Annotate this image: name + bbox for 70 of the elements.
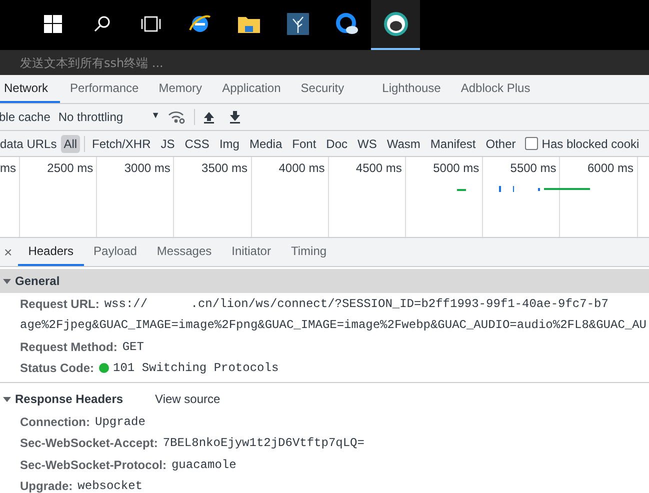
time-tick: 5500 ms	[510, 161, 556, 177]
hide-data-urls-label[interactable]: data URLs	[0, 136, 57, 150]
search-icon[interactable]	[92, 15, 110, 33]
filter-type[interactable]: Font	[289, 134, 320, 152]
filter-type[interactable]: WS	[354, 134, 380, 152]
filter-type[interactable]: Doc	[323, 134, 350, 152]
header-name: Status Code:	[20, 361, 94, 376]
download-icon[interactable]	[229, 110, 241, 124]
filter-type[interactable]: Fetch/XHR	[89, 134, 154, 152]
header-value: guacamole	[171, 458, 236, 472]
task-view-icon[interactable]	[140, 15, 162, 33]
view-source-link[interactable]: View source	[155, 392, 220, 406]
time-tick: 5000 ms	[433, 161, 480, 177]
header-value: 101 Switching Protocols	[113, 361, 279, 376]
filter-type[interactable]: Media	[246, 134, 286, 152]
section-header[interactable]: General	[0, 269, 649, 293]
header-name: Request Method:	[20, 340, 118, 354]
header-name: Connection:	[20, 414, 90, 429]
wifi-settings-icon[interactable]	[168, 110, 186, 124]
header-name: Sec-WebSocket-Accept:	[20, 436, 158, 450]
checkbox-label: Has blocked cooki	[542, 136, 640, 150]
detail-tab[interactable]: Timing	[280, 238, 337, 266]
header-value: 7BEL8nkoEjyw1t2jD6Vtftp7qLQ=	[162, 436, 364, 450]
time-tick: 4500 ms	[356, 161, 402, 177]
section-title: Response Headers	[15, 392, 124, 406]
time-tick: 3500 ms	[202, 161, 248, 177]
expand-triangle-icon[interactable]	[3, 395, 11, 403]
time-tick: 6000 ms	[587, 161, 634, 177]
time-tick: ms	[0, 161, 16, 177]
filter-type[interactable]: Img	[216, 134, 242, 152]
header-name: Upgrade:	[20, 479, 73, 493]
header-value: age%2Fjpeg&GUAC_IMAGE=image%2Fpng&GUAC_IMAGE=image%2Fwebp&GUAC_AUDIO=audio%2FL8&GUAC_AU	[20, 318, 647, 332]
filter-type[interactable]: Wasm	[384, 134, 424, 152]
header-value: GET	[122, 340, 144, 354]
broadcast-field[interactable]: 发送文本到所有ssh终端 ...	[0, 50, 649, 75]
filter-type[interactable]: Other	[482, 134, 519, 152]
header-value: websocket	[78, 479, 142, 493]
time-tick: 3000 ms	[124, 161, 170, 177]
detail-tab[interactable]: Messages	[146, 238, 222, 266]
filter-type[interactable]: All	[60, 134, 80, 152]
folder-icon[interactable]	[236, 14, 260, 34]
close-icon[interactable]: ×	[0, 238, 18, 266]
detail-tab[interactable]: Payload	[84, 238, 147, 266]
expand-triangle-icon[interactable]	[3, 277, 11, 285]
filter-type[interactable]: CSS	[182, 134, 212, 152]
upload-icon[interactable]	[203, 110, 215, 124]
panel-tab[interactable]: Performance	[60, 75, 149, 103]
disable-cache-label[interactable]: ble cache	[0, 110, 50, 124]
tree-icon[interactable]	[286, 13, 308, 35]
filter-type[interactable]: Manifest	[427, 134, 479, 152]
section-title: General	[15, 274, 60, 288]
panel-tab[interactable]: Memory	[148, 75, 212, 103]
panel-tab[interactable]: Adblock Plus	[450, 75, 540, 103]
time-tick: 2500 ms	[47, 161, 94, 177]
time-tick: 4000 ms	[278, 161, 325, 177]
header-value: Upgrade	[95, 414, 146, 429]
header-value: wss:// .cn/lion/ws/connect/?SESSION_ID=b2ff1993-99f1-40ae-9fc7-b7	[104, 296, 608, 311]
detail-tab[interactable]: Headers	[18, 238, 84, 266]
panel-tab[interactable]: Security	[290, 75, 372, 103]
filter-type[interactable]: JS	[158, 134, 178, 152]
checkbox[interactable]	[524, 137, 538, 150]
panel-tab[interactable]: Application	[212, 75, 291, 103]
detail-tab[interactable]: Initiator	[222, 238, 281, 266]
seal-icon[interactable]	[382, 11, 408, 37]
cloud-circle-icon[interactable]	[334, 12, 358, 36]
header-name: Sec-WebSocket-Protocol:	[20, 458, 166, 472]
windows-icon[interactable]	[44, 15, 62, 33]
panel-tab[interactable]: Lighthouse	[372, 75, 451, 103]
header-name: Request URL:	[20, 296, 100, 311]
throttling-select[interactable]: No throttling ▼	[58, 110, 160, 124]
